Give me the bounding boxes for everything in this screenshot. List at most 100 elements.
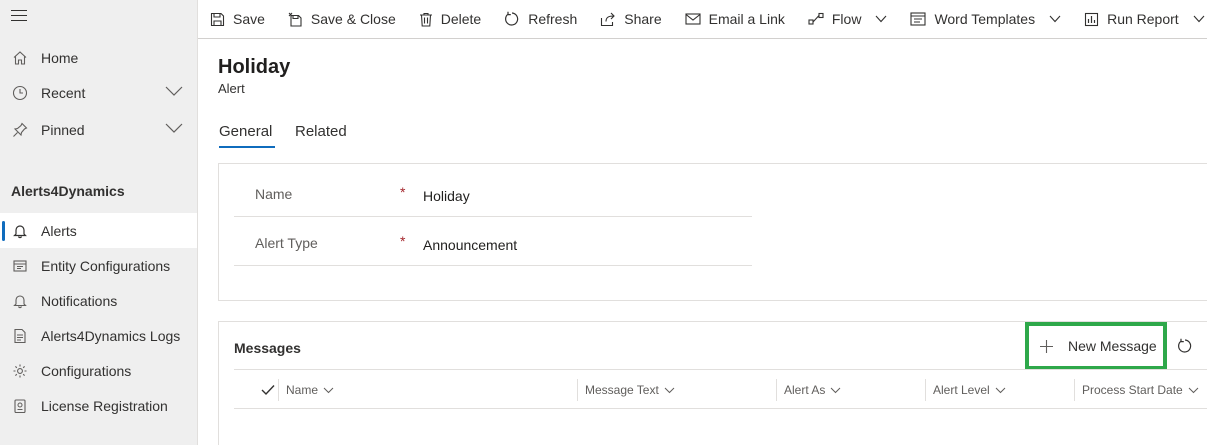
messages-title: Messages (234, 340, 301, 356)
sidebar-item-label: Home (41, 49, 79, 66)
column-label: Alert As (784, 383, 826, 397)
required-indicator: * (400, 233, 406, 249)
general-section: Name * Holiday Alert Type * Announcement (218, 163, 1207, 301)
bell-icon (10, 291, 30, 311)
sidebar-item-label: Pinned (41, 121, 85, 138)
sidebar-item-pinned[interactable]: Pinned (0, 112, 197, 147)
alert-type-field-row: Alert Type * Announcement (234, 217, 752, 266)
chevron-down-icon (831, 387, 841, 393)
settings-icon (10, 361, 30, 381)
sidebar-item-label: Alerts (41, 222, 77, 239)
run-report-label: Run Report (1107, 11, 1179, 27)
save-close-label: Save & Close (310, 11, 396, 27)
record-title: Holiday (218, 56, 291, 78)
name-field[interactable]: Holiday (423, 188, 470, 204)
sidebar-section-title: Alerts4Dynamics (11, 183, 125, 199)
column-header-alert-level[interactable]: Alert Level (925, 379, 1006, 401)
chevron-down-icon[interactable] (875, 15, 887, 23)
column-header-message-text[interactable]: Message Text (577, 379, 675, 401)
word-template-icon (910, 12, 926, 26)
report-icon (1085, 12, 1099, 26)
delete-label: Delete (440, 11, 482, 27)
sidebar-item-label: Recent (41, 84, 86, 101)
chevron-down-icon (664, 387, 675, 393)
sidebar-item-logs[interactable]: Alerts4Dynamics Logs (0, 318, 197, 353)
email-link-icon (685, 13, 701, 25)
save-label: Save (233, 11, 265, 27)
email-link-button[interactable]: Email a Link (685, 11, 785, 27)
refresh-label: Refresh (528, 11, 578, 27)
active-tab-indicator (219, 146, 275, 148)
chevron-down-icon[interactable] (1049, 15, 1061, 23)
alert-type-label: Alert Type (255, 235, 318, 251)
flow-icon (808, 12, 824, 25)
pin-icon (10, 120, 30, 140)
license-icon (10, 396, 30, 416)
sidebar-item-recent[interactable]: Recent (0, 75, 197, 110)
tab-related[interactable]: Related (295, 123, 347, 140)
chevron-down-icon (995, 387, 1006, 393)
column-label: Process Start Date (1082, 383, 1183, 397)
sidebar-item-configurations[interactable]: Configurations (0, 353, 197, 388)
sidebar-item-label: Configurations (41, 362, 132, 379)
new-message-label: New Message (1068, 338, 1157, 354)
sidebar-item-alerts[interactable]: Alerts (0, 213, 197, 248)
word-templates-button[interactable]: Word Templates (910, 11, 1061, 27)
chevron-down-icon (1188, 387, 1199, 393)
run-report-button[interactable]: Run Report (1084, 11, 1205, 27)
flow-button[interactable]: Flow (808, 11, 888, 27)
refresh-icon[interactable] (1177, 338, 1193, 354)
column-header-process-start-date[interactable]: Process Start Date (1074, 379, 1199, 401)
hamburger-menu-icon[interactable] (11, 10, 27, 26)
grid-header: Name Message Text Alert As Alert Level P… (234, 369, 1207, 409)
sidebar-item-label: License Registration (41, 397, 168, 414)
delete-button[interactable]: Delete (419, 11, 481, 27)
save-close-button[interactable]: Save & Close (288, 11, 396, 27)
sidebar-item-entity-configurations[interactable]: Entity Configurations (0, 248, 197, 283)
plus-icon (1040, 339, 1053, 353)
sidebar-item-label: Alerts4Dynamics Logs (41, 327, 181, 344)
save-close-icon (288, 12, 302, 27)
chevron-down-icon[interactable] (165, 85, 183, 97)
select-all-checkmark-icon[interactable] (261, 384, 275, 396)
column-label: Name (286, 383, 319, 397)
email-link-label: Email a Link (708, 11, 785, 27)
sidebar-item-license-registration[interactable]: License Registration (0, 388, 197, 423)
messages-subgrid: Messages New Message Name Message Text A… (218, 321, 1207, 445)
sidebar: Home Recent Pinned Alerts4Dynamics Alert… (0, 0, 198, 445)
tab-general[interactable]: General (219, 123, 272, 140)
sidebar-item-home[interactable]: Home (0, 40, 197, 75)
flow-label: Flow (831, 11, 862, 27)
share-icon (601, 12, 616, 26)
name-field-row: Name * Holiday (234, 168, 752, 217)
record-entity-type: Alert (218, 81, 245, 96)
sidebar-item-notifications[interactable]: Notifications (0, 283, 197, 318)
column-label: Alert Level (933, 383, 990, 397)
required-indicator: * (400, 184, 406, 200)
alert-type-field[interactable]: Announcement (423, 237, 517, 253)
sidebar-item-label: Notifications (41, 292, 118, 309)
save-button[interactable]: Save (210, 11, 265, 27)
clock-icon (10, 83, 30, 103)
new-message-button[interactable]: New Message (1025, 322, 1167, 370)
sidebar-item-label: Entity Configurations (41, 257, 171, 274)
chevron-down-icon (323, 387, 334, 393)
log-icon (10, 326, 30, 346)
name-label: Name (255, 186, 293, 202)
trash-icon (419, 12, 432, 27)
chevron-down-icon[interactable] (1193, 15, 1205, 23)
entity-config-icon (10, 256, 30, 276)
refresh-button[interactable]: Refresh (504, 11, 577, 27)
chevron-down-icon[interactable] (165, 122, 183, 134)
share-button[interactable]: Share (600, 11, 662, 27)
column-header-alert-as[interactable]: Alert As (776, 379, 841, 401)
bell-icon (10, 221, 30, 241)
refresh-icon (505, 11, 519, 26)
home-icon (10, 48, 30, 68)
word-templates-label: Word Templates (934, 11, 1036, 27)
column-header-name[interactable]: Name (278, 379, 334, 401)
save-icon (210, 12, 225, 26)
share-label: Share (624, 11, 662, 27)
column-label: Message Text (585, 383, 659, 397)
command-bar: Save Save & Close Delete Refresh Share E… (198, 0, 1207, 39)
